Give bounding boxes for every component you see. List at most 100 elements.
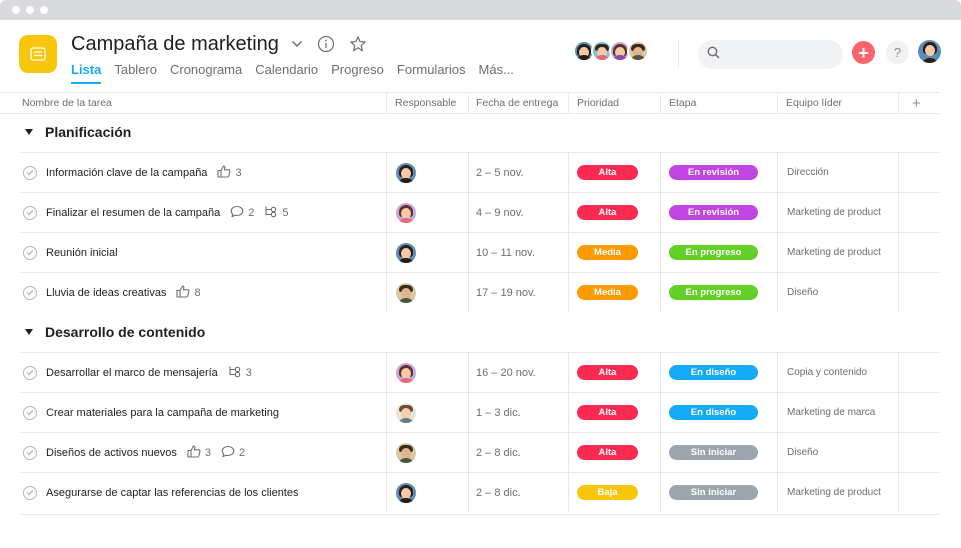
task-row[interactable]: Diseños de activos nuevos 3 2 2 – 8 dic. Alt… bbox=[21, 432, 940, 472]
column-priority[interactable]: Prioridad bbox=[577, 93, 619, 113]
task-row[interactable]: Lluvia de ideas creativas 8 17 – 19 nov. Me… bbox=[21, 272, 940, 312]
lead-team[interactable]: Copia y contenido bbox=[787, 353, 893, 392]
due-date[interactable]: 4 – 9 nov. bbox=[476, 193, 524, 232]
complete-checkbox[interactable] bbox=[23, 165, 37, 180]
priority-badge[interactable]: Media bbox=[577, 245, 638, 260]
lead-team[interactable]: Diseño bbox=[787, 433, 893, 472]
quick-add-button[interactable]: + bbox=[852, 41, 875, 64]
column-task-name[interactable]: Nombre de la tarea bbox=[22, 93, 112, 113]
stage-badge[interactable]: En diseño bbox=[669, 365, 758, 380]
subtask-icon[interactable] bbox=[228, 365, 242, 381]
due-date[interactable]: 16 – 20 nov. bbox=[476, 353, 536, 392]
tab-formularios[interactable]: Formularios bbox=[397, 62, 466, 77]
task-name[interactable]: Reunión inicial bbox=[46, 247, 118, 259]
task-name[interactable]: Asegurarse de captar las referencias de … bbox=[46, 487, 299, 499]
lead-team[interactable]: Dirección bbox=[787, 153, 893, 192]
complete-checkbox[interactable] bbox=[23, 285, 37, 300]
search-bar[interactable] bbox=[698, 40, 843, 69]
add-column-button[interactable]: + bbox=[912, 93, 921, 113]
priority-badge[interactable]: Alta bbox=[577, 165, 638, 180]
task-row[interactable]: Información clave de la campaña 3 2 – 5 no… bbox=[21, 152, 940, 192]
assignee-avatar[interactable] bbox=[396, 482, 416, 503]
tab-mas[interactable]: Más... bbox=[479, 62, 514, 77]
complete-checkbox[interactable] bbox=[23, 205, 37, 220]
assignee-avatar[interactable] bbox=[396, 282, 416, 303]
collapse-caret-icon[interactable] bbox=[25, 129, 33, 135]
task-row[interactable]: Crear materiales para la campaña de mark… bbox=[21, 392, 940, 432]
priority-badge[interactable]: Media bbox=[577, 285, 638, 300]
chevron-down-icon[interactable] bbox=[291, 40, 303, 48]
comment-icon[interactable] bbox=[230, 205, 244, 221]
info-icon[interactable] bbox=[317, 35, 335, 53]
stage-badge[interactable]: En revisión bbox=[669, 205, 758, 220]
window-close-dot[interactable] bbox=[12, 6, 20, 14]
stage-badge[interactable]: En progreso bbox=[669, 285, 758, 300]
lead-team[interactable]: Marketing de marca bbox=[787, 393, 893, 432]
stage-badge[interactable]: En progreso bbox=[669, 245, 758, 260]
lead-team[interactable]: Marketing de product bbox=[787, 193, 893, 232]
complete-checkbox[interactable] bbox=[23, 445, 37, 460]
assignee-avatar[interactable] bbox=[396, 402, 416, 423]
due-date[interactable]: 2 – 8 dic. bbox=[476, 433, 521, 472]
assignee-avatar[interactable] bbox=[396, 242, 416, 263]
complete-checkbox[interactable] bbox=[23, 405, 37, 420]
project-list-icon[interactable] bbox=[19, 35, 57, 73]
task-row[interactable]: Asegurarse de captar las referencias de … bbox=[21, 472, 940, 512]
complete-checkbox[interactable] bbox=[23, 245, 37, 260]
tab-cronograma[interactable]: Cronograma bbox=[170, 62, 242, 77]
due-date[interactable]: 10 – 11 nov. bbox=[476, 233, 535, 272]
comment-icon[interactable] bbox=[221, 445, 235, 461]
tab-tablero[interactable]: Tablero bbox=[114, 62, 157, 77]
task-name[interactable]: Desarrollar el marco de mensajería bbox=[46, 367, 218, 379]
stage-badge[interactable]: En diseño bbox=[669, 405, 758, 420]
column-stage[interactable]: Etapa bbox=[669, 93, 696, 113]
task-row[interactable]: Desarrollar el marco de mensajería 3 16 – … bbox=[21, 352, 940, 392]
due-date[interactable]: 1 – 3 dic. bbox=[476, 393, 521, 432]
stage-badge[interactable]: En revisión bbox=[669, 165, 758, 180]
assignee-avatar[interactable] bbox=[396, 442, 416, 463]
window-maximize-dot[interactable] bbox=[40, 6, 48, 14]
tab-progreso[interactable]: Progreso bbox=[331, 62, 384, 77]
stage-badge[interactable]: Sin iniciar bbox=[669, 485, 758, 500]
lead-team[interactable]: Marketing de product bbox=[787, 473, 893, 512]
task-name[interactable]: Crear materiales para la campaña de mark… bbox=[46, 407, 279, 419]
like-icon[interactable] bbox=[187, 444, 201, 461]
task-name[interactable]: Finalizar el resumen de la campaña bbox=[46, 207, 220, 219]
stage-badge[interactable]: Sin iniciar bbox=[669, 445, 758, 460]
like-icon[interactable] bbox=[176, 284, 190, 301]
priority-badge[interactable]: Alta bbox=[577, 205, 638, 220]
due-date[interactable]: 2 – 5 nov. bbox=[476, 153, 524, 192]
star-icon[interactable] bbox=[349, 35, 367, 53]
tab-lista[interactable]: Lista bbox=[71, 62, 102, 84]
task-name[interactable]: Diseños de activos nuevos bbox=[46, 447, 177, 459]
column-due-date[interactable]: Fecha de entrega bbox=[476, 93, 558, 113]
subtask-icon[interactable] bbox=[264, 205, 278, 221]
due-date[interactable]: 2 – 8 dic. bbox=[476, 473, 521, 512]
assignee-avatar[interactable] bbox=[396, 362, 416, 383]
help-button[interactable]: ? bbox=[886, 41, 909, 64]
priority-badge[interactable]: Baja bbox=[577, 485, 638, 500]
window-minimize-dot[interactable] bbox=[26, 6, 34, 14]
tab-calendario[interactable]: Calendario bbox=[255, 62, 318, 77]
column-assignee[interactable]: Responsable bbox=[395, 93, 456, 113]
assignee-avatar[interactable] bbox=[396, 162, 416, 183]
user-avatar[interactable] bbox=[918, 40, 941, 63]
task-name[interactable]: Lluvia de ideas creativas bbox=[46, 287, 166, 299]
priority-badge[interactable]: Alta bbox=[577, 445, 638, 460]
search-input[interactable] bbox=[726, 47, 836, 62]
assignee-avatar[interactable] bbox=[396, 202, 416, 223]
collapse-caret-icon[interactable] bbox=[25, 329, 33, 335]
task-row[interactable]: Finalizar el resumen de la campaña 2 5 4 – … bbox=[21, 192, 940, 232]
section-header[interactable]: Planificación bbox=[0, 114, 940, 150]
lead-team[interactable]: Diseño bbox=[787, 273, 893, 312]
priority-badge[interactable]: Alta bbox=[577, 365, 638, 380]
column-lead-team[interactable]: Equipo líder bbox=[786, 93, 842, 113]
lead-team[interactable]: Marketing de product bbox=[787, 233, 893, 272]
project-members[interactable] bbox=[573, 40, 649, 62]
task-name[interactable]: Información clave de la campaña bbox=[46, 167, 207, 179]
complete-checkbox[interactable] bbox=[23, 485, 37, 500]
due-date[interactable]: 17 – 19 nov. bbox=[476, 273, 536, 312]
priority-badge[interactable]: Alta bbox=[577, 405, 638, 420]
section-header[interactable]: Desarrollo de contenido bbox=[0, 314, 940, 350]
task-row[interactable]: Reunión inicial 10 – 11 nov. Media En progr… bbox=[21, 232, 940, 272]
